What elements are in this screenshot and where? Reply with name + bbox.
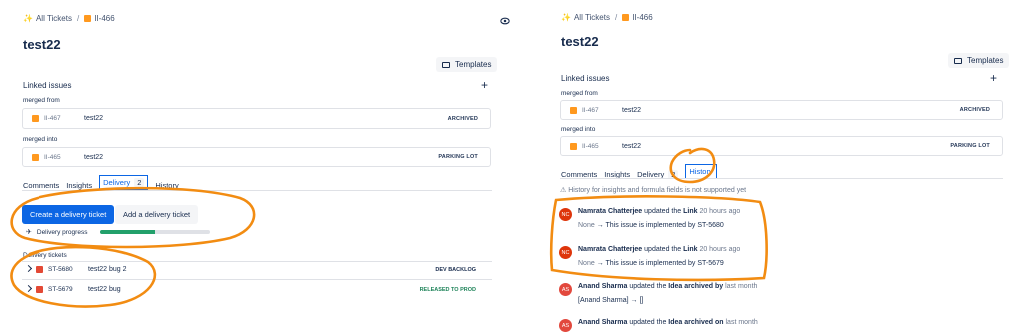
annotation-circle-delivery-tickets — [10, 245, 157, 308]
annotation-box-history-entries — [549, 195, 768, 282]
annotation-circle-history-tab — [669, 147, 716, 184]
annotation-layer — [10, 147, 768, 308]
annotation-circle-delivery-actions — [10, 186, 256, 249]
